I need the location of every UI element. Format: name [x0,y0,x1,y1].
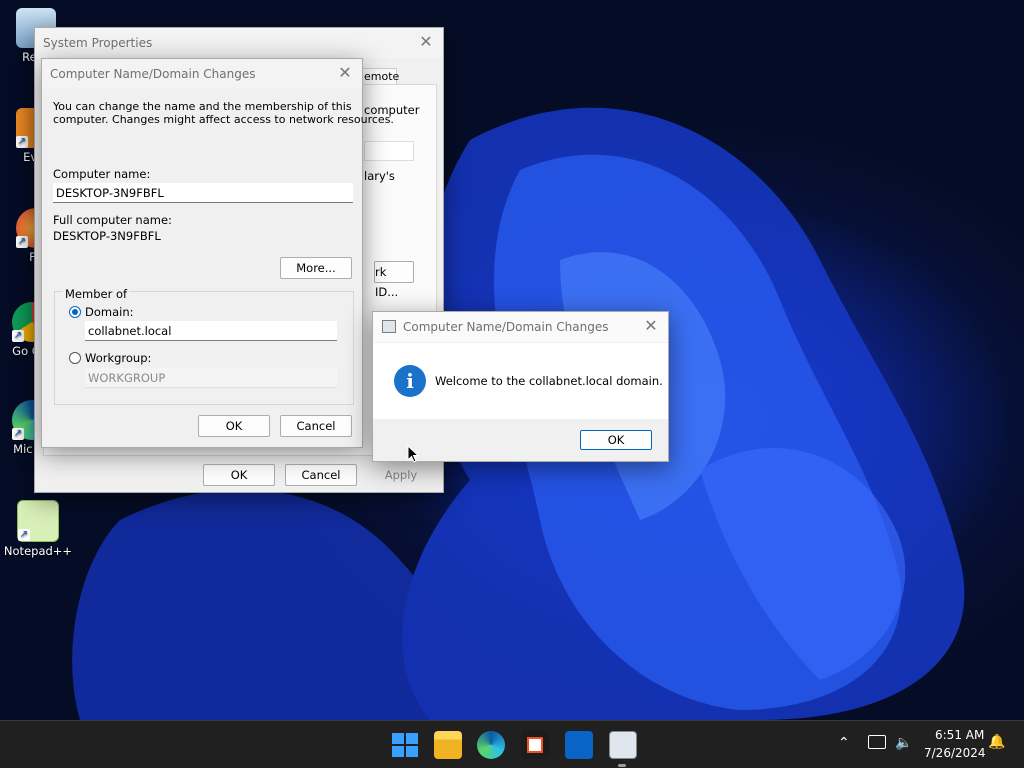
full-computer-name-value: DESKTOP-3N9FBFL [53,229,161,243]
taskbar: ⌃ 🔈 6:51 AM 7/26/2024 🔔 [0,720,1024,768]
ok-button[interactable]: OK [580,430,652,450]
window-title: System Properties [43,36,153,50]
message-area: i Welcome to the collabnet.local domain. [373,343,668,419]
notepad-plus-plus-icon: ↗ [17,500,59,542]
partial-text-field [364,141,414,161]
workgroup-radio[interactable] [69,352,81,364]
close-icon[interactable]: ✕ [336,64,354,82]
partial-description-text: lary's [364,169,395,183]
more-button[interactable]: More... [280,257,352,279]
shortcut-arrow-icon: ↗ [16,136,28,148]
title-bar: Computer Name/Domain Changes ✕ [373,312,668,342]
volume-muted-icon[interactable]: 🔈 [895,735,912,751]
cancel-button[interactable]: Cancel [280,415,352,437]
system-properties-taskbar-icon[interactable] [609,731,637,759]
shortcut-arrow-icon: ↗ [12,428,24,440]
ok-button[interactable]: OK [198,415,270,437]
notification-bell-icon[interactable]: 🔔 [988,734,1005,750]
title-bar: System Properties ✕ [35,28,443,58]
info-icon: i [394,365,426,397]
shortcut-arrow-icon: ↗ [18,529,30,541]
network-icon[interactable] [868,735,886,749]
title-bar: Computer Name/Domain Changes ✕ [42,59,362,89]
network-id-button[interactable]: rk ID... [374,261,414,299]
domain-input[interactable]: collabnet.local [85,321,337,341]
computer-name-input[interactable]: DESKTOP-3N9FBFL [53,183,353,203]
shortcut-arrow-icon: ↗ [12,330,24,342]
desktop-icon-label: Notepad++ [3,544,73,558]
chevron-up-icon[interactable]: ⌃ [838,735,850,751]
active-app-indicator [618,764,626,767]
tab-remote[interactable]: emote [361,68,400,85]
intro-text-line-2: computer. Changes might affect access to… [53,113,394,126]
message-box-title: Computer Name/Domain Changes [403,320,609,334]
dialog-title: Computer Name/Domain Changes [50,67,256,81]
ok-button[interactable]: OK [203,464,275,486]
clock-time[interactable]: 6:51 AM [935,728,984,742]
edge-icon[interactable] [477,731,505,759]
tab-label: emote [364,70,400,83]
apply-button[interactable]: Apply [367,464,435,486]
workgroup-label: Workgroup: [85,351,152,365]
welcome-message-text: Welcome to the collabnet.local domain. [435,374,663,388]
full-computer-name-label: Full computer name: [53,213,172,227]
intro-text-line-1: You can change the name and the membersh… [53,100,352,113]
domain-radio[interactable] [69,306,81,318]
windows-logo-icon [392,733,404,744]
file-explorer-icon[interactable] [434,731,462,759]
member-of-group: Member of Domain: collabnet.local Workgr… [54,287,354,405]
outlook-icon[interactable] [565,731,593,759]
clock-date[interactable]: 7/26/2024 [924,746,986,760]
computer-name-label: Computer name: [53,167,151,181]
cancel-button[interactable]: Cancel [285,464,357,486]
shortcut-arrow-icon: ↗ [16,236,28,248]
start-button[interactable] [390,731,418,759]
mouse-cursor-icon [407,445,420,463]
window-app-icon [382,320,396,333]
member-of-label: Member of [63,287,130,301]
microsoft-store-icon[interactable] [521,731,549,759]
close-icon[interactable]: ✕ [417,33,435,51]
close-icon[interactable]: ✕ [642,317,660,335]
computer-name-dialog: Computer Name/Domain Changes ✕ You can c… [41,58,394,448]
welcome-message-box: Computer Name/Domain Changes ✕ i Welcome… [372,311,669,462]
desktop-icon-notepad-plus-plus[interactable]: ↗ Notepad++ [2,500,74,558]
domain-label: Domain: [85,305,134,319]
workgroup-input[interactable]: WORKGROUP [85,368,337,388]
